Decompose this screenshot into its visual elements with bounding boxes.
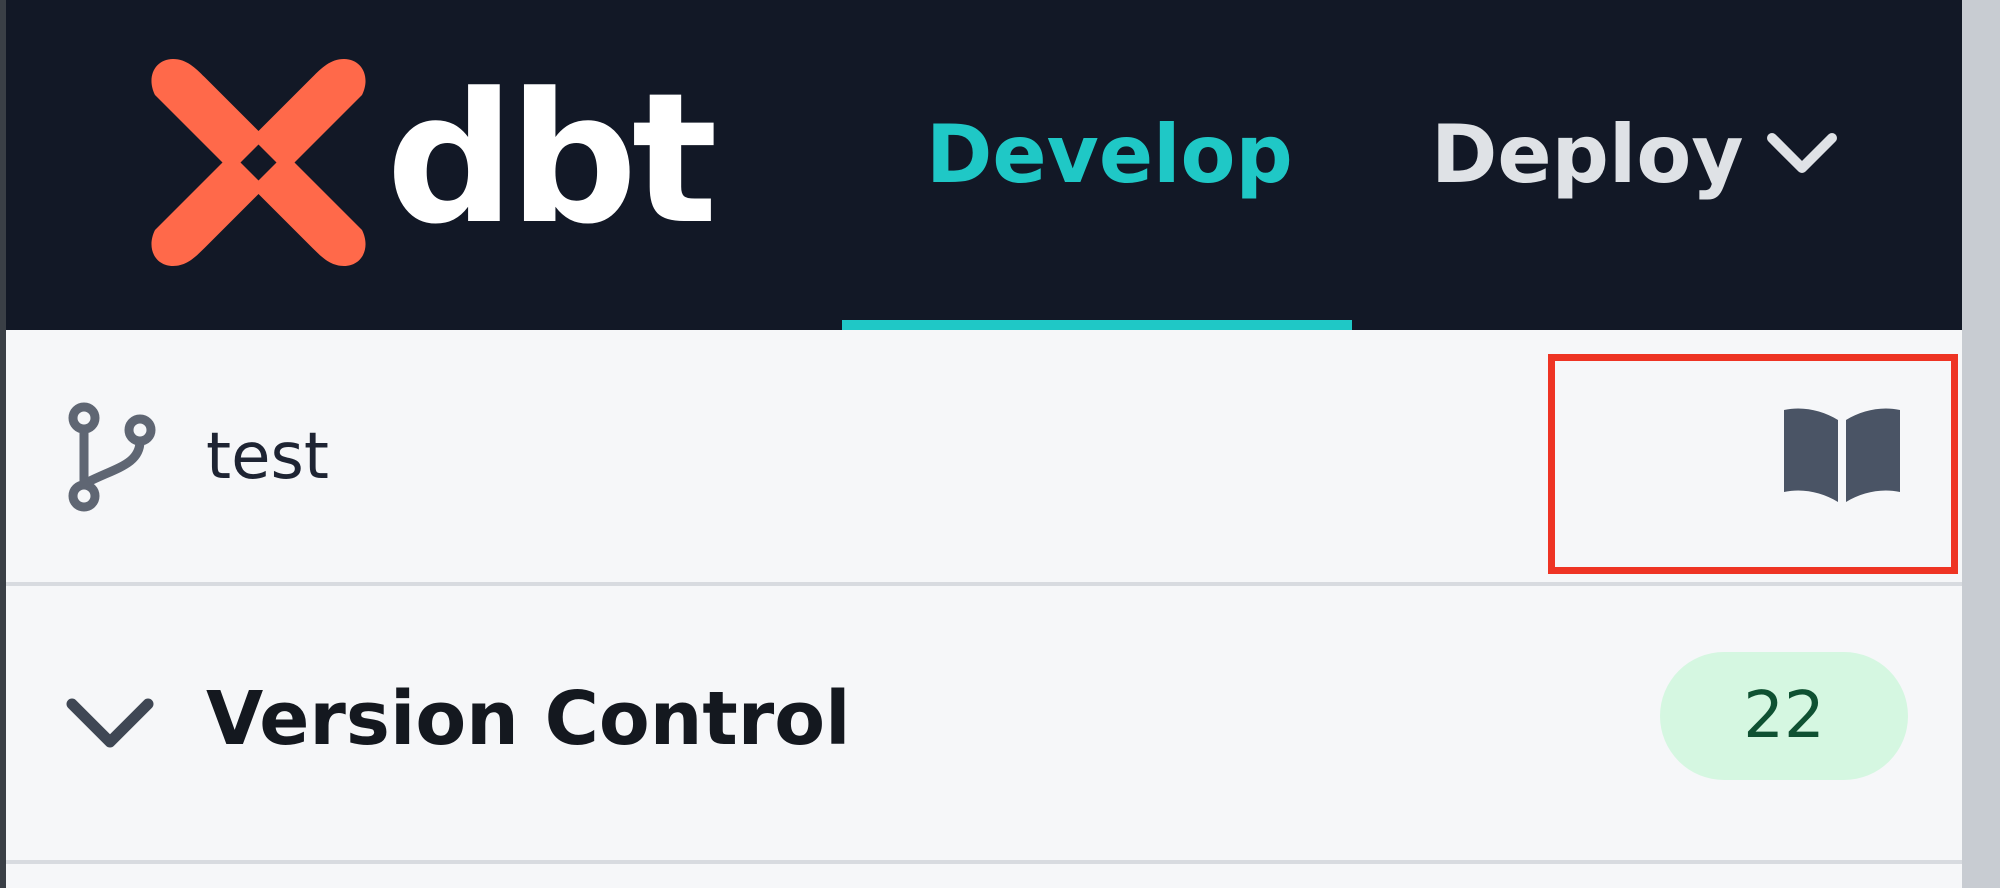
- dbt-ide-window: dbt Develop Deploy test Version Control …: [0, 0, 2000, 888]
- file-explorer-panel: test Version Control 22: [6, 330, 1962, 888]
- chevron-down-icon[interactable]: [64, 696, 156, 752]
- tab-deploy[interactable]: Deploy: [1431, 100, 1743, 210]
- tab-develop[interactable]: Develop: [926, 100, 1293, 210]
- top-navigation-bar: dbt Develop Deploy: [6, 0, 1962, 330]
- version-control-header[interactable]: Version Control 22: [6, 586, 1962, 846]
- window-right-border: [1962, 0, 2000, 888]
- version-control-title[interactable]: Version Control: [206, 664, 851, 774]
- dbt-wordmark: dbt: [386, 55, 718, 264]
- book-icon[interactable]: [1778, 402, 1906, 506]
- section-divider: [6, 860, 1962, 864]
- changes-count-badge: 22: [1660, 652, 1908, 780]
- active-tab-indicator: [842, 320, 1352, 330]
- dbt-logo[interactable]: dbt: [146, 50, 718, 280]
- dbt-logo-mark-icon: [151, 59, 366, 266]
- git-branch-icon: [68, 402, 156, 512]
- branch-name: test: [206, 420, 329, 494]
- branch-row: test: [6, 330, 1962, 582]
- chevron-down-icon[interactable]: [1766, 130, 1838, 178]
